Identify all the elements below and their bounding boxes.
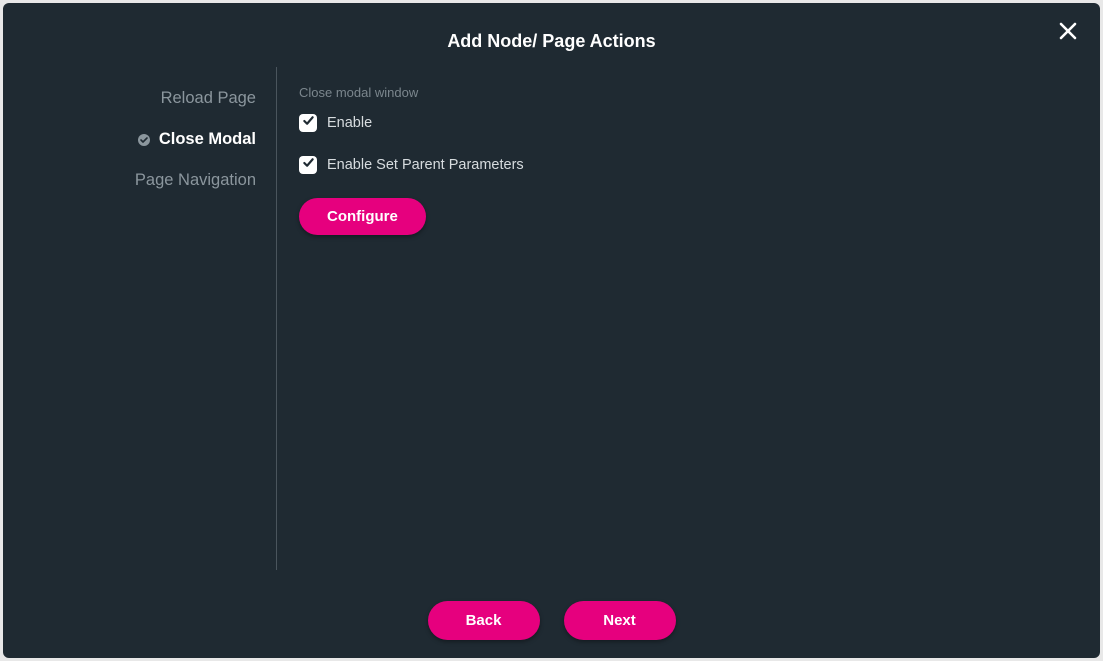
modal-title: Add Node/ Page Actions [3, 31, 1100, 52]
sidebar-item-label: Close Modal [159, 130, 256, 149]
modal-footer: Back Next [3, 601, 1100, 640]
modal-body: Reload Page Close Modal Page Navigation … [3, 67, 1100, 570]
enable-parent-checkbox[interactable] [299, 156, 317, 174]
check-icon [302, 156, 315, 174]
section-label: Close modal window [299, 85, 1078, 100]
close-button[interactable] [1054, 19, 1082, 47]
modal-add-node-page-actions: Add Node/ Page Actions Reload Page Close… [3, 3, 1100, 658]
content-panel: Close modal window Enable Enable Set Par… [277, 67, 1100, 570]
sidebar-item-label: Reload Page [161, 89, 256, 108]
sidebar-item-close-modal[interactable]: Close Modal [137, 130, 256, 149]
radio-selected-icon [137, 133, 151, 147]
enable-parent-row: Enable Set Parent Parameters [299, 156, 1078, 174]
sidebar-item-reload-page[interactable]: Reload Page [161, 89, 256, 108]
enable-label: Enable [327, 115, 372, 131]
enable-checkbox[interactable] [299, 114, 317, 132]
sidebar: Reload Page Close Modal Page Navigation [3, 67, 277, 570]
check-icon [302, 114, 315, 132]
close-icon [1058, 21, 1078, 46]
next-button[interactable]: Next [564, 601, 676, 640]
sidebar-item-label: Page Navigation [135, 171, 256, 190]
enable-row: Enable [299, 114, 1078, 132]
configure-button[interactable]: Configure [299, 198, 426, 235]
enable-parent-label: Enable Set Parent Parameters [327, 157, 524, 173]
back-button[interactable]: Back [428, 601, 540, 640]
sidebar-item-page-navigation[interactable]: Page Navigation [135, 171, 256, 190]
